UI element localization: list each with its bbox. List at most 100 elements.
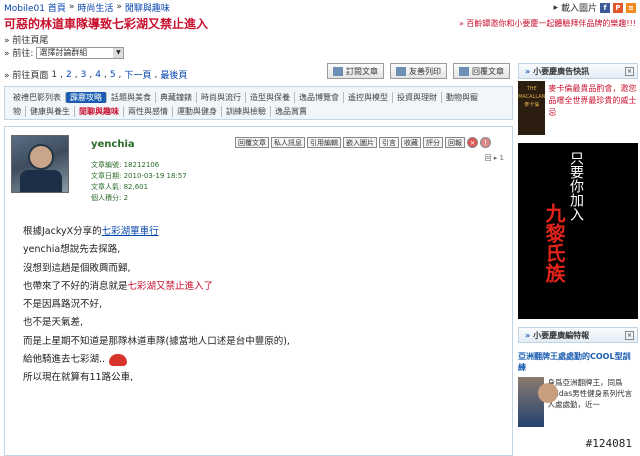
- highlighted-text: 七彩湖又禁止進入了: [127, 280, 214, 292]
- forum-select-value: 選擇討論群組: [39, 48, 88, 57]
- meta-value: 82,601: [123, 183, 149, 191]
- post-tools: 回覆文章 私人訊息 引用編輯 嵌入圖片 引言 收藏 評分 回報 × !: [235, 137, 491, 148]
- close-icon[interactable]: ×: [625, 330, 634, 340]
- breadcrumb-home[interactable]: Mobile01 首頁: [4, 1, 66, 14]
- tag-item[interactable]: 典藏鐘錶: [156, 91, 197, 103]
- load-images-link[interactable]: 載入圖片: [561, 1, 597, 14]
- warning-icon[interactable]: !: [480, 137, 491, 148]
- avatar-head: [28, 144, 54, 170]
- post-tool-favorite[interactable]: 收藏: [401, 137, 421, 148]
- subscribe-button[interactable]: 訂閱文章: [327, 63, 384, 79]
- reply-button[interactable]: 回覆文章: [453, 63, 510, 79]
- avatar-body: [20, 170, 62, 192]
- sidebar-ad-header: » 小要慶廣告快訊 ×: [518, 63, 638, 79]
- post-line: 不是因爲路況不好,: [23, 299, 103, 311]
- print-button[interactable]: 友善列印: [390, 63, 447, 79]
- macallan-ad[interactable]: THE MACALLAN 麥卡倫 麥卡倫最貴品酌會，邀您品嚐全世界最珍貴的威士忌: [518, 81, 638, 135]
- avatar[interactable]: [11, 135, 69, 193]
- sidebar-news-header: » 小要慶廣編特報 ×: [518, 327, 638, 343]
- page-4[interactable]: 4: [95, 70, 101, 80]
- meta-key: 文章人氣:: [91, 183, 122, 191]
- tag-item[interactable]: 動物與寵: [442, 92, 482, 103]
- next-page-link[interactable]: 下一頁: [124, 68, 151, 81]
- post-tool-embed[interactable]: 嵌入圖片: [343, 137, 377, 148]
- tag-item[interactable]: 運動與健身: [173, 105, 222, 117]
- post-username[interactable]: yenchia: [91, 139, 135, 150]
- thread-actions: 訂閱文章 友善列印 回覆文章: [327, 63, 510, 79]
- tag-item-current[interactable]: 閒聊與趣味: [75, 105, 124, 117]
- rss-icon[interactable]: ≡: [626, 2, 636, 13]
- pagination: » 前往頁面 1, 2, 3, 4, 5, 下一頁, 最後頁: [4, 68, 188, 82]
- forum-select[interactable]: 選擇討論群組 ▼: [36, 46, 125, 59]
- breadcrumb-sep: »: [116, 2, 122, 12]
- facebook-icon[interactable]: f: [600, 2, 610, 13]
- goto-bottom-link[interactable]: » 前往頁尾: [4, 33, 48, 46]
- tag-item[interactable]: 兩性與感情: [124, 105, 173, 117]
- post: yenchia 文章編號: 18212106 文章日期: 2010-03-19 …: [4, 126, 513, 456]
- news-headline-link[interactable]: 亞洲翻牌王處處勤的COOL型訓練: [518, 351, 638, 373]
- post-meta: 文章編號: 18212106 文章日期: 2010-03-19 18:57 文章…: [91, 160, 187, 204]
- tag-item[interactable]: 遙控與模型: [344, 91, 393, 103]
- page-3[interactable]: 3: [81, 70, 87, 80]
- printer-icon: [396, 66, 406, 76]
- post-tool-quote[interactable]: 引用編輯: [307, 137, 341, 148]
- last-page-link[interactable]: 最後頁: [160, 68, 187, 81]
- forum-jump-label: » 前往:: [4, 49, 34, 59]
- banner-ad-red-text: 九黎氏族: [542, 203, 566, 283]
- post-tool-rate[interactable]: 評分: [423, 137, 443, 148]
- post-line: yenchia想說先去探路,: [23, 244, 121, 256]
- post-tool-reply[interactable]: 回覆文章: [235, 137, 269, 148]
- arrow-icon: »: [525, 330, 531, 340]
- news-item[interactable]: 身爲亞洲翻牌王，同爲adidas男性健身系列代言人處處勤，近一: [518, 377, 638, 427]
- angry-emoji-icon: [109, 353, 128, 366]
- post-line: 沒想到這趟是個敗興而歸,: [23, 262, 131, 274]
- promo-link[interactable]: » 百齡罈邀你和小要慶一起體驗拜伴品牌的樂趣!!!: [459, 18, 636, 29]
- tag-item[interactable]: 逸品賞賣: [271, 106, 311, 117]
- post-content: 根據JackyX分享的七彩湖單車行 yenchia想說先去探路, 沒想到這趟是個…: [23, 223, 290, 388]
- post-tool-message[interactable]: 私人訊息: [271, 137, 305, 148]
- close-icon[interactable]: ×: [625, 66, 634, 76]
- tag-item[interactable]: 話題與美食: [107, 91, 156, 103]
- arrow-icon: »: [525, 66, 531, 76]
- tag-item[interactable]: 時尚與流行: [197, 91, 246, 103]
- tag-item-hot[interactable]: 霹靂攻略: [66, 91, 107, 103]
- close-icon[interactable]: ×: [467, 137, 478, 148]
- plurk-icon[interactable]: P: [613, 2, 623, 13]
- load-images-arrow: ▸: [553, 2, 558, 13]
- post-line: 根據JackyX分享的七彩湖單車行: [23, 226, 159, 237]
- tag-item[interactable]: 逸品博覽會: [295, 91, 344, 103]
- rss-icon: [333, 66, 343, 76]
- tag-item[interactable]: 造型與保養: [246, 91, 295, 103]
- chevron-down-icon: ▼: [113, 47, 124, 58]
- page-1: 1: [51, 69, 58, 80]
- post-tool-cite[interactable]: 引言: [379, 137, 399, 148]
- breadcrumb-lifestyle[interactable]: 時尚生活: [77, 1, 113, 14]
- shared-thread-link[interactable]: 七彩湖單車行: [102, 226, 159, 237]
- post-line: 給他騎進去七彩湖..: [23, 351, 290, 369]
- tag-item[interactable]: 物: [9, 105, 26, 117]
- tag-item[interactable]: 被禮巴影列表: [9, 91, 66, 103]
- forum-jump: » 前往: 選擇討論群組 ▼: [4, 46, 125, 59]
- post-tool-report[interactable]: 回報: [445, 137, 465, 148]
- reply-icon: [459, 66, 469, 76]
- post-line: 所以現在就算有11路公車,: [23, 372, 134, 384]
- watermark: #124081: [585, 437, 632, 450]
- banner-ad-white-text: 只要你加入: [568, 151, 584, 221]
- breadcrumb-chat[interactable]: 閒聊與趣味: [125, 1, 170, 14]
- meta-value: 18212106: [123, 161, 160, 169]
- banner-ad[interactable]: 只要你加入 九黎氏族: [518, 143, 638, 319]
- top-right-tools: ▸ 載入圖片 f P ≡: [553, 1, 636, 14]
- news-photo: [518, 377, 559, 427]
- breadcrumb: Mobile01 首頁 » 時尚生活 » 閒聊與趣味: [0, 0, 640, 14]
- news-text: 身爲亞洲翻牌王，同爲adidas男性健身系列代言人處處勤，近一: [547, 378, 633, 409]
- tag-item[interactable]: 健康與養生: [26, 105, 75, 117]
- sidebar: » 小要慶廣告快訊 × THE MACALLAN 麥卡倫 麥卡倫最貴品酌會，邀您品嚐…: [518, 63, 638, 427]
- meta-key: 文章日期:: [91, 172, 122, 180]
- page-2[interactable]: 2: [66, 70, 72, 80]
- breadcrumb-sep: »: [68, 2, 75, 12]
- post-floor: 回 ▸ 1: [484, 154, 504, 162]
- meta-key: 文章編號:: [91, 161, 122, 169]
- tag-item[interactable]: 訓練與檢驗: [222, 105, 271, 117]
- page-5[interactable]: 5: [110, 70, 116, 80]
- tag-item[interactable]: 投資與理財: [393, 91, 442, 103]
